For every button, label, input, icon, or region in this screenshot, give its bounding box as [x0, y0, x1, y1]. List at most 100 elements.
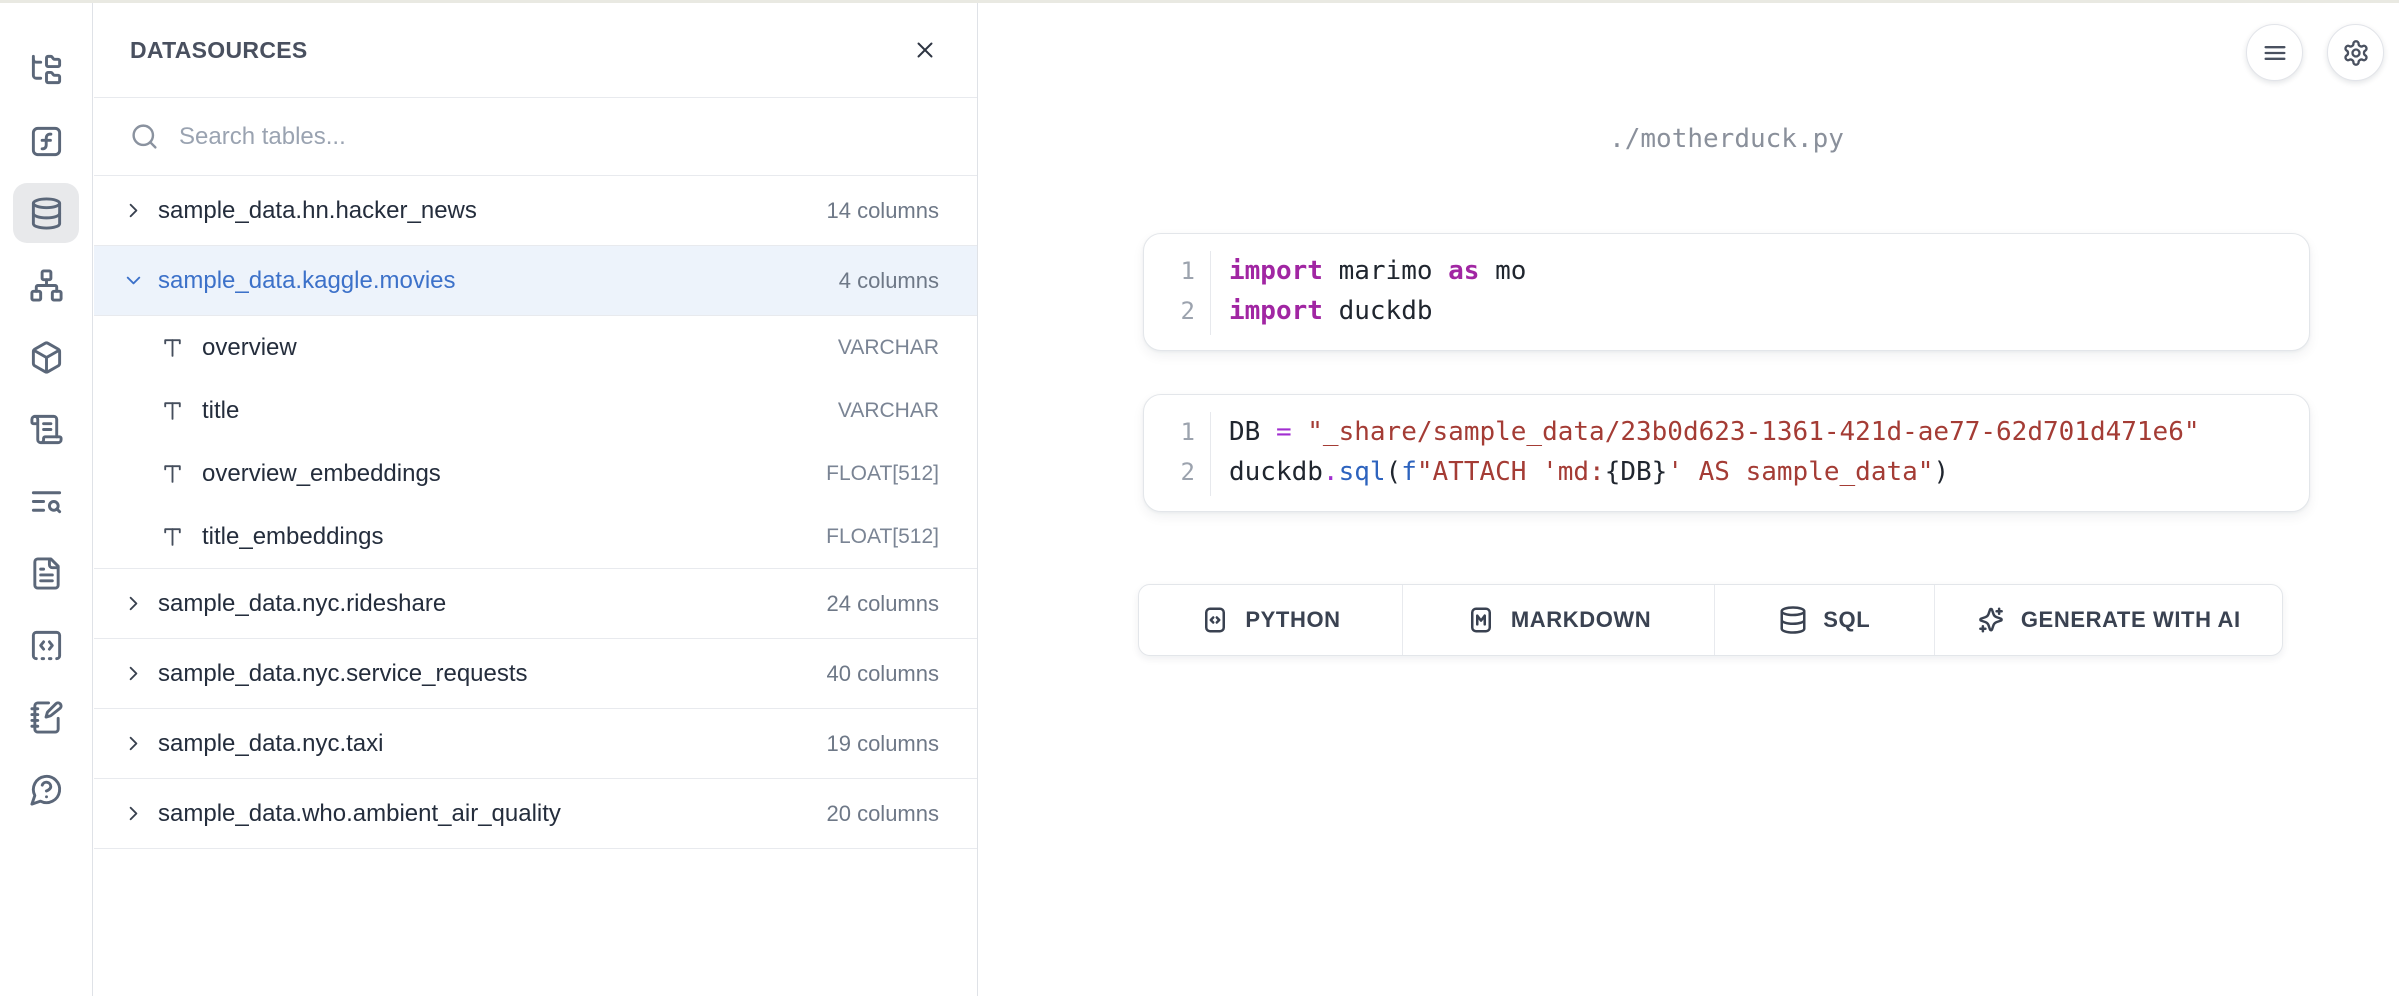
column-name: overview: [202, 334, 297, 362]
column-type: FLOAT[512]: [826, 462, 939, 486]
sparkles-icon: [1976, 605, 2006, 635]
table-row[interactable]: sample_data.kaggle.movies 4 columns: [94, 246, 977, 316]
column-row[interactable]: title VARCHAR: [94, 379, 977, 442]
line-number-gutter: 12: [1144, 412, 1210, 496]
column-type: FLOAT[512]: [826, 525, 939, 549]
table-name: sample_data.nyc.rideshare: [158, 590, 446, 618]
column-row[interactable]: title_embeddings FLOAT[512]: [94, 505, 977, 568]
chevron-right-icon: [122, 199, 145, 222]
table-name: sample_data.nyc.taxi: [158, 730, 383, 758]
file-text-icon: [29, 556, 64, 591]
sidebar-item-code-square-dashed[interactable]: [13, 615, 79, 675]
add-cell-button-label: MARKDOWN: [1511, 607, 1651, 633]
column-list: overview VARCHAR title VARCHAR overview_embe…: [94, 316, 977, 569]
column-name: overview_embeddings: [202, 460, 441, 488]
code-line: import marimo as mo: [1229, 251, 2309, 291]
type-icon: [160, 398, 185, 423]
line-number: 1: [1144, 412, 1195, 452]
message-question-icon: [29, 772, 64, 807]
search-input[interactable]: [179, 123, 941, 151]
sidebar-item-file-text[interactable]: [13, 543, 79, 603]
panel-title: DATASOURCES: [130, 37, 308, 64]
notebook-filename: ./motherduck.py: [1143, 124, 2310, 154]
sidebar-item-function-square[interactable]: [13, 111, 79, 171]
line-number: 2: [1144, 291, 1195, 331]
activity-bar: [0, 3, 93, 996]
sidebar-item-box[interactable]: [13, 327, 79, 387]
add-cell-button-label: GENERATE WITH AI: [2021, 607, 2241, 633]
table-name: sample_data.who.ambient_air_quality: [158, 800, 561, 828]
table-row[interactable]: sample_data.nyc.service_requests 40 colum…: [94, 639, 977, 709]
line-number-gutter: 12: [1144, 251, 1210, 335]
line-number: 2: [1144, 452, 1195, 492]
table-column-count: 4 columns: [839, 268, 939, 294]
close-panel-button[interactable]: [903, 28, 947, 72]
function-square-icon: [29, 124, 64, 159]
code-line: duckdb.sql(f"ATTACH 'md:{DB}' AS sample_…: [1229, 452, 2309, 492]
box-icon: [29, 340, 64, 375]
panel-header: DATASOURCES: [94, 3, 977, 98]
code-editor[interactable]: DB = "_share/sample_data/23b0d623-1361-4…: [1210, 412, 2309, 496]
table-row[interactable]: sample_data.nyc.taxi19 columns: [94, 709, 977, 779]
table-row[interactable]: sample_data.hn.hacker_news14 columns: [94, 176, 977, 246]
table-row[interactable]: sample_data.who.ambient_air_quality 20 co…: [94, 779, 977, 849]
type-icon: [160, 335, 185, 360]
line-number: 1: [1144, 251, 1195, 291]
column-type: VARCHAR: [838, 399, 939, 423]
sidebar-item-folder-tree[interactable]: [13, 39, 79, 99]
type-icon: [160, 524, 185, 549]
code-cell-2: 12 DB = "_share/sample_data/23b0d623-136…: [1143, 394, 2310, 512]
table-name: sample_data.kaggle.movies: [158, 267, 456, 295]
settings-button[interactable]: [2327, 24, 2384, 81]
add-cell-button-label: SQL: [1823, 607, 1870, 633]
add-cell-markdown-button[interactable]: MARKDOWN: [1403, 585, 1715, 655]
table-list: sample_data.hn.hacker_news14 columnssamp…: [94, 176, 977, 849]
search-row: [94, 98, 977, 176]
close-icon: [912, 37, 938, 63]
code-square-icon: [1200, 605, 1230, 635]
table-column-count: 40 columns: [826, 661, 939, 687]
column-name: title: [202, 397, 239, 425]
column-type: VARCHAR: [838, 336, 939, 360]
chevron-down-icon: [122, 269, 145, 292]
network-icon: [29, 268, 64, 303]
table-row[interactable]: sample_data.nyc.rideshare 24 columns: [94, 569, 977, 639]
add-cell-generate-with-ai-button[interactable]: GENERATE WITH AI: [1935, 585, 2282, 655]
table-column-count: 20 columns: [826, 801, 939, 827]
sidebar-item-scroll-text[interactable]: [13, 399, 79, 459]
menu-button[interactable]: [2246, 24, 2303, 81]
list-search-icon: [29, 484, 64, 519]
sidebar-item-network[interactable]: [13, 255, 79, 315]
table-column-count: 24 columns: [826, 591, 939, 617]
chevron-right-icon: [122, 662, 145, 685]
add-cell-bar: PYTHON MARKDOWN SQL GENERATE WITH AI: [1138, 584, 2283, 656]
chevron-right-icon: [122, 592, 145, 615]
add-cell-sql-button[interactable]: SQL: [1715, 585, 1934, 655]
column-row[interactable]: overview_embeddings FLOAT[512]: [94, 442, 977, 505]
code-cell-1: 12 import marimo as moimport duckdb: [1143, 233, 2310, 351]
notebook-pen-icon: [29, 700, 64, 735]
gear-icon: [2342, 39, 2370, 67]
scroll-text-icon: [29, 412, 64, 447]
search-icon: [130, 122, 159, 151]
code-square-dashed-icon: [29, 628, 64, 663]
column-name: title_embeddings: [202, 523, 383, 551]
folder-tree-icon: [29, 52, 64, 87]
column-row[interactable]: overview VARCHAR: [94, 316, 977, 379]
header-actions: [2246, 24, 2384, 81]
sidebar-item-database[interactable]: [13, 183, 79, 243]
code-line: import duckdb: [1229, 291, 2309, 331]
sidebar-item-list-search[interactable]: [13, 471, 79, 531]
chevron-right-icon: [122, 802, 145, 825]
add-cell-python-button[interactable]: PYTHON: [1139, 585, 1403, 655]
sidebar-item-message-question[interactable]: [13, 759, 79, 819]
window-top-edge: [0, 0, 2399, 3]
type-icon: [160, 461, 185, 486]
table-name: sample_data.nyc.service_requests: [158, 660, 528, 688]
code-editor[interactable]: import marimo as moimport duckdb: [1210, 251, 2309, 335]
square-m-icon: [1466, 605, 1496, 635]
add-cell-button-label: PYTHON: [1245, 607, 1340, 633]
database-icon: [1778, 605, 1808, 635]
code-line: DB = "_share/sample_data/23b0d623-1361-4…: [1229, 412, 2309, 452]
sidebar-item-notebook-pen[interactable]: [13, 687, 79, 747]
